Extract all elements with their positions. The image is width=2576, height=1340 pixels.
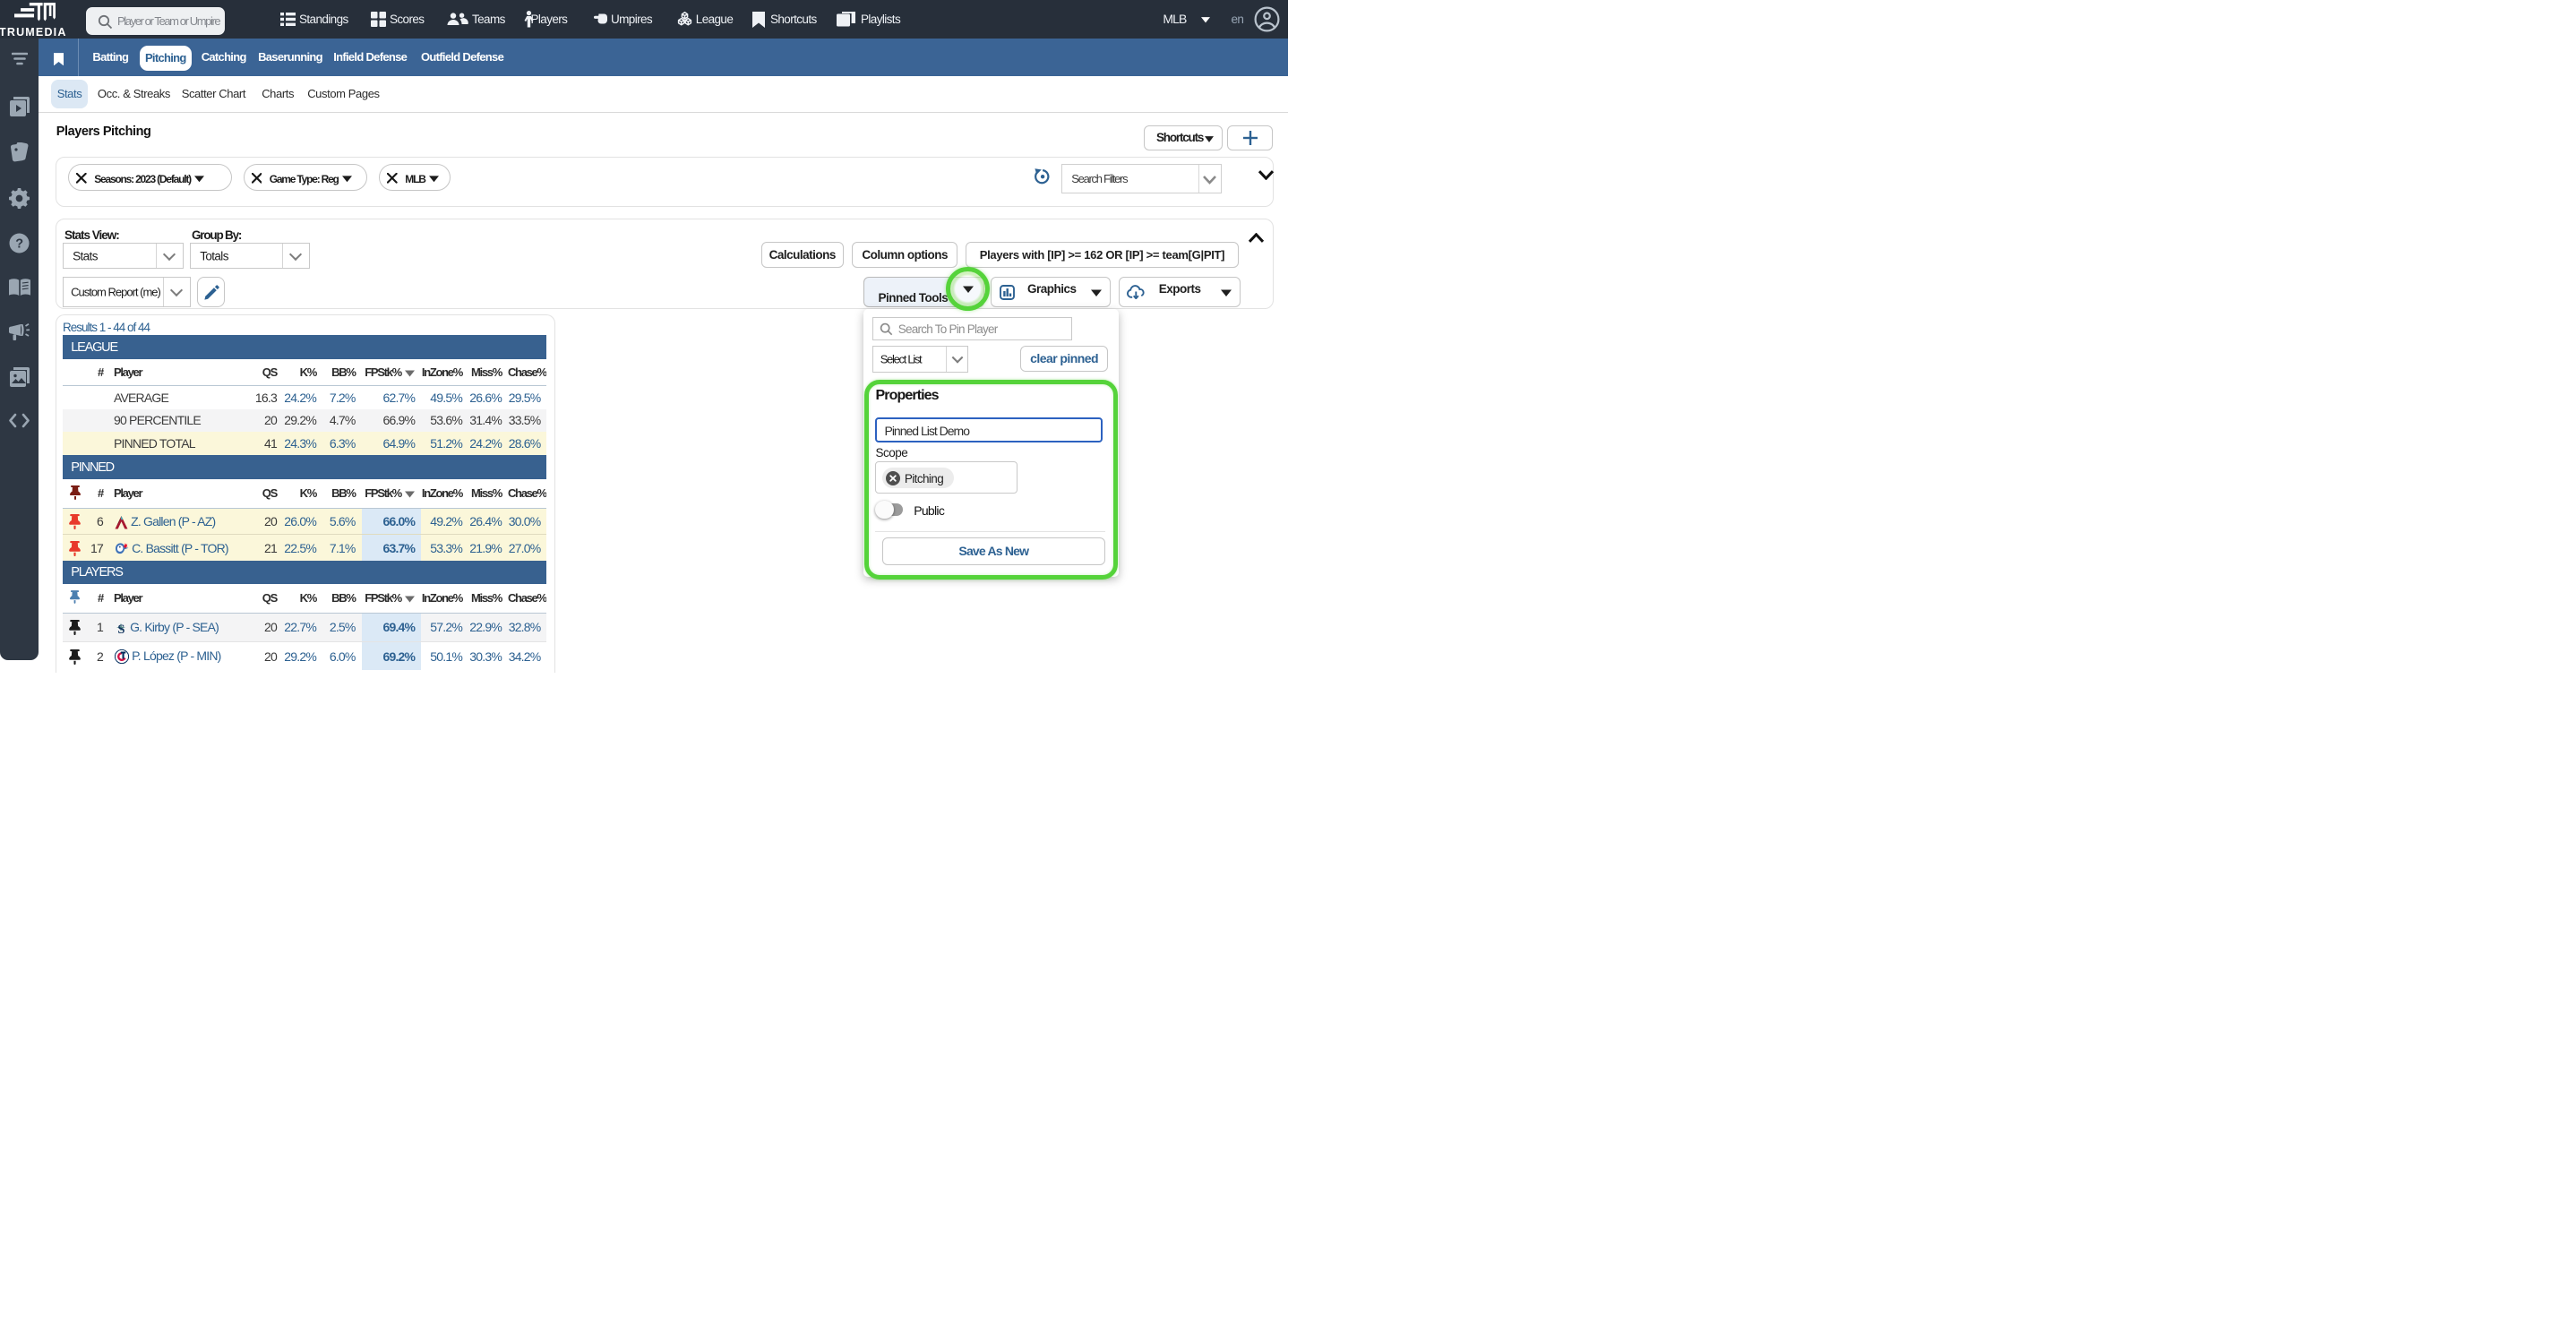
svg-text:?: ? — [15, 237, 23, 252]
svg-text:S: S — [117, 623, 125, 635]
